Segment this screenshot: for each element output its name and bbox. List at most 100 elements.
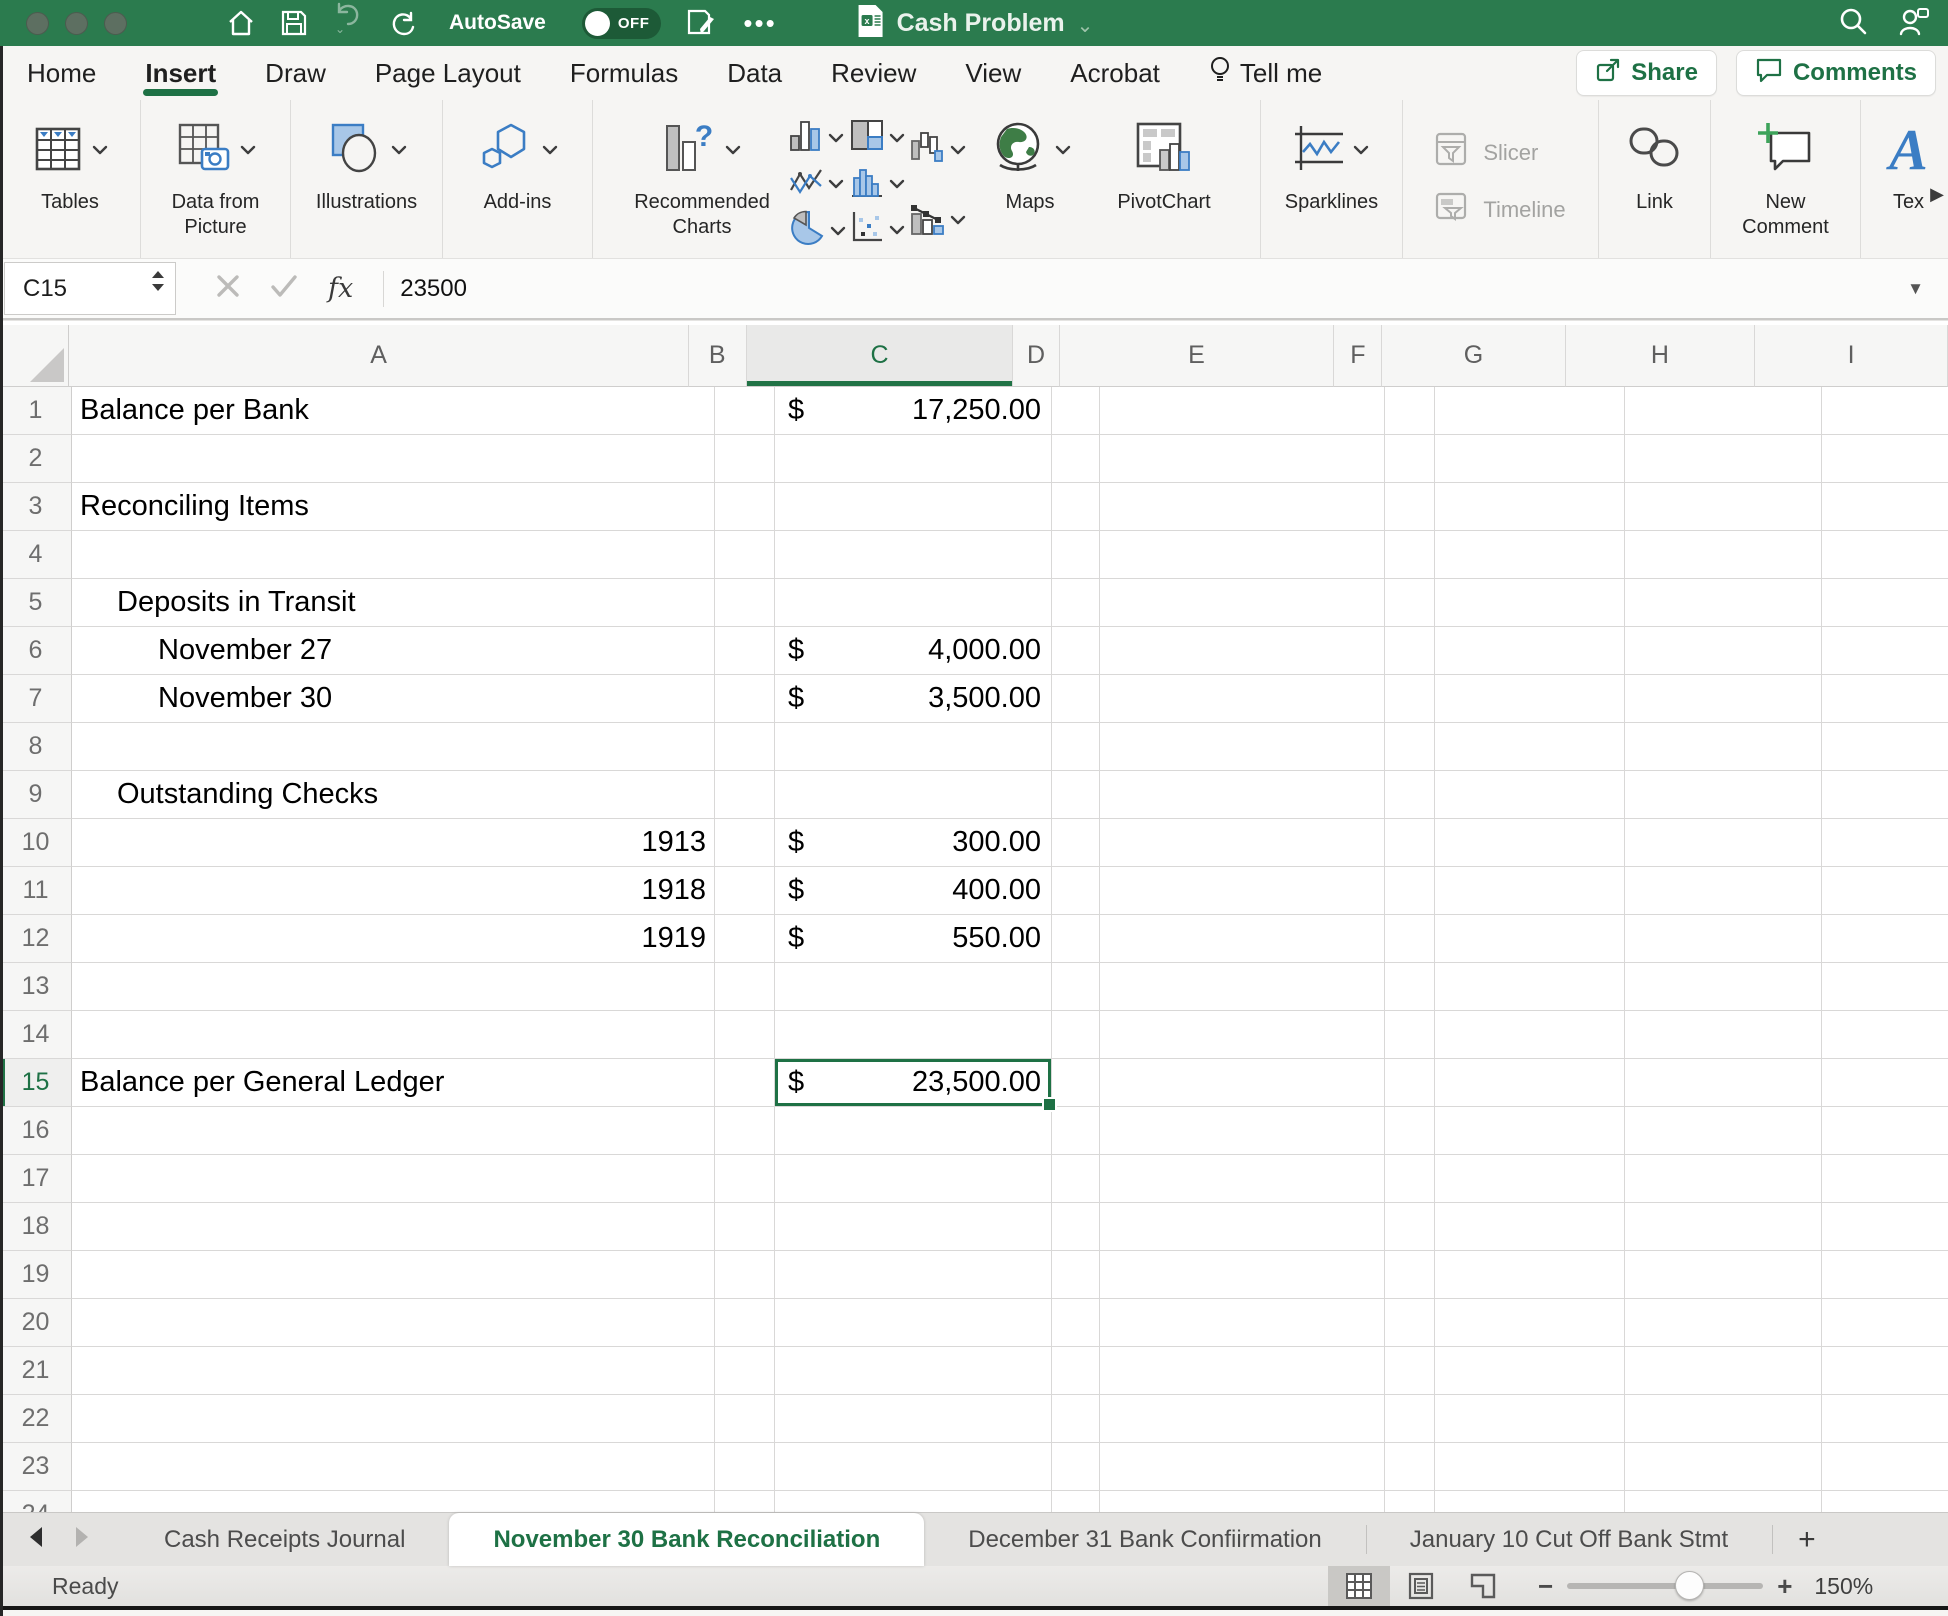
cell-F20[interactable] (1385, 1299, 1435, 1347)
cell-I17[interactable] (1822, 1155, 1948, 1203)
cell-I10[interactable] (1822, 819, 1948, 867)
cell-I24[interactable] (1822, 1491, 1948, 1512)
row-header-16[interactable]: 16 (0, 1107, 72, 1155)
column-header-C[interactable]: C (747, 325, 1014, 387)
cell-C6[interactable]: $4,000.00 (775, 627, 1052, 675)
cell-A11[interactable]: 1918 (72, 867, 715, 915)
cell-H19[interactable] (1625, 1251, 1822, 1299)
row-header-11[interactable]: 11 (0, 867, 72, 915)
row-header-8[interactable]: 8 (0, 723, 72, 771)
cell-F5[interactable] (1385, 579, 1435, 627)
cell-C2[interactable] (775, 435, 1052, 483)
cell-C13[interactable] (775, 963, 1052, 1011)
cell-E21[interactable] (1100, 1347, 1385, 1395)
cell-H10[interactable] (1625, 819, 1822, 867)
ribbon-tab-view[interactable]: View (965, 58, 1021, 89)
previous-sheet-icon[interactable] (26, 1525, 44, 1554)
row-header-2[interactable]: 2 (0, 435, 72, 483)
cell-F16[interactable] (1385, 1107, 1435, 1155)
row-header-17[interactable]: 17 (0, 1155, 72, 1203)
timeline-button[interactable]: Timeline (1435, 192, 1565, 228)
cell-E4[interactable] (1100, 531, 1385, 579)
cell-I12[interactable] (1822, 915, 1948, 963)
selected-cell-C15[interactable]: $23,500.00 (775, 1059, 1052, 1107)
dropdown-chevron-icon[interactable] (828, 133, 844, 143)
cancel-icon[interactable] (216, 274, 240, 303)
cell-I6[interactable] (1822, 627, 1948, 675)
cell-D7[interactable] (1052, 675, 1100, 723)
cell-G7[interactable] (1435, 675, 1625, 723)
cell-G24[interactable] (1435, 1491, 1625, 1512)
cell-C11[interactable]: $400.00 (775, 867, 1052, 915)
cell-H8[interactable] (1625, 723, 1822, 771)
cell-G18[interactable] (1435, 1203, 1625, 1251)
column-header-I[interactable]: I (1755, 325, 1948, 387)
dropdown-chevron-icon[interactable] (950, 145, 966, 155)
cell-G14[interactable] (1435, 1011, 1625, 1059)
cell-B19[interactable] (715, 1251, 775, 1299)
cell-B22[interactable] (715, 1395, 775, 1443)
cell-C20[interactable] (775, 1299, 1052, 1347)
row-header-14[interactable]: 14 (0, 1011, 72, 1059)
scatter-chart-button[interactable] (850, 210, 905, 249)
cell-F17[interactable] (1385, 1155, 1435, 1203)
cell-B13[interactable] (715, 963, 775, 1011)
cell-H5[interactable] (1625, 579, 1822, 627)
dropdown-chevron-icon[interactable] (889, 179, 905, 189)
save-icon[interactable] (281, 10, 307, 36)
cell-F14[interactable] (1385, 1011, 1435, 1059)
row-header-19[interactable]: 19 (0, 1251, 72, 1299)
row-header-18[interactable]: 18 (0, 1203, 72, 1251)
document-title[interactable]: Cash Problem (897, 9, 1065, 38)
cell-A5[interactable]: Deposits in Transit (72, 579, 715, 627)
name-box-spinner[interactable] (151, 270, 165, 292)
enter-check-icon[interactable] (270, 274, 298, 303)
cell-H1[interactable] (1625, 387, 1822, 435)
share-button[interactable]: Share (1576, 50, 1717, 96)
cell-D17[interactable] (1052, 1155, 1100, 1203)
cell-C7[interactable]: $3,500.00 (775, 675, 1052, 723)
cell-A16[interactable] (72, 1107, 715, 1155)
save-as-icon[interactable] (687, 9, 717, 37)
cell-I5[interactable] (1822, 579, 1948, 627)
illustrations-button[interactable]: Illustrations (316, 110, 417, 215)
cell-D24[interactable] (1052, 1491, 1100, 1512)
ribbon-tab-draw[interactable]: Draw (265, 58, 326, 89)
cell-C18[interactable] (775, 1203, 1052, 1251)
cell-D9[interactable] (1052, 771, 1100, 819)
ribbon-tab-page-layout[interactable]: Page Layout (375, 58, 521, 89)
cell-A7[interactable]: November 30 (72, 675, 715, 723)
cell-G8[interactable] (1435, 723, 1625, 771)
column-header-A[interactable]: A (69, 325, 688, 387)
cell-E24[interactable] (1100, 1491, 1385, 1512)
cell-G17[interactable] (1435, 1155, 1625, 1203)
cell-C8[interactable] (775, 723, 1052, 771)
cell-H23[interactable] (1625, 1443, 1822, 1491)
cell-E19[interactable] (1100, 1251, 1385, 1299)
cell-D8[interactable] (1052, 723, 1100, 771)
column-header-G[interactable]: G (1382, 325, 1565, 387)
cell-A15[interactable]: Balance per General Ledger (72, 1059, 715, 1107)
cell-C5[interactable] (775, 579, 1052, 627)
cell-A21[interactable] (72, 1347, 715, 1395)
cell-H20[interactable] (1625, 1299, 1822, 1347)
cell-C19[interactable] (775, 1251, 1052, 1299)
cell-G1[interactable] (1435, 387, 1625, 435)
cell-H3[interactable] (1625, 483, 1822, 531)
cell-A12[interactable]: 1919 (72, 915, 715, 963)
cell-B16[interactable] (715, 1107, 775, 1155)
cell-G6[interactable] (1435, 627, 1625, 675)
ribbon-tab-data[interactable]: Data (727, 58, 782, 89)
cell-H7[interactable] (1625, 675, 1822, 723)
cell-B11[interactable] (715, 867, 775, 915)
cell-E23[interactable] (1100, 1443, 1385, 1491)
cell-E14[interactable] (1100, 1011, 1385, 1059)
dropdown-chevron-icon[interactable] (889, 133, 905, 143)
sheet-tab-november-30-bank-reconciliation[interactable]: November 30 Bank Reconciliation (449, 1513, 924, 1566)
page-break-view-button[interactable] (1452, 1566, 1514, 1606)
cell-B6[interactable] (715, 627, 775, 675)
cell-H16[interactable] (1625, 1107, 1822, 1155)
cell-D5[interactable] (1052, 579, 1100, 627)
cell-D23[interactable] (1052, 1443, 1100, 1491)
cell-I9[interactable] (1822, 771, 1948, 819)
